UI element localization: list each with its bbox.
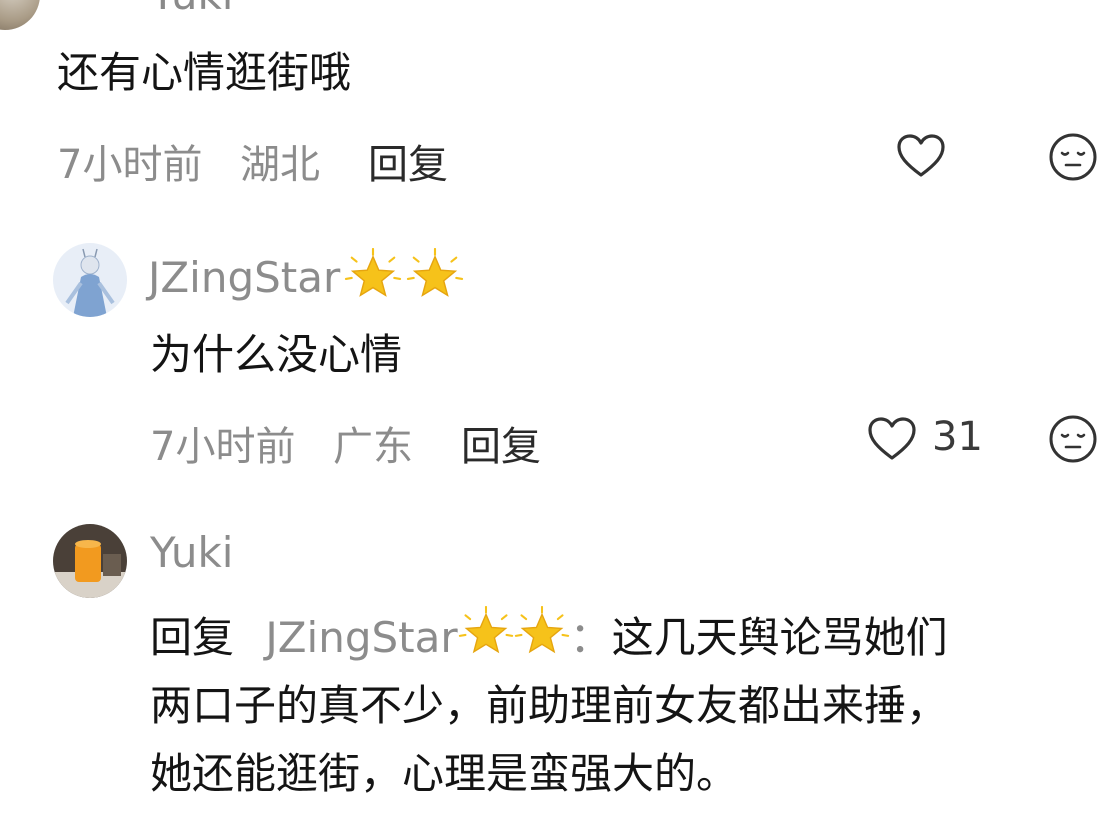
comment-text: 为什么没心情 [150, 330, 403, 379]
avatar[interactable] [53, 524, 127, 598]
colon: ： [569, 613, 612, 662]
star-icon [406, 247, 464, 306]
reply-button[interactable]: 回复 [461, 414, 541, 472]
like-count: 31 [932, 414, 983, 460]
star-icon [458, 605, 514, 662]
comment-time: 7小时前 [150, 424, 296, 470]
comment-location: 广东 [333, 424, 413, 470]
avatar[interactable] [53, 243, 127, 317]
heart-icon[interactable] [896, 133, 946, 183]
comment-location: 湖北 [240, 142, 320, 188]
comment-text: 还有心情逛街哦 [57, 48, 352, 97]
star-icon [344, 247, 402, 306]
avatar[interactable] [0, 0, 40, 30]
comment-time: 7小时前 [57, 142, 203, 188]
reply-text-line1: 这几天舆论骂她们 [611, 613, 948, 662]
star-icon [514, 605, 570, 662]
reply-text-line2: 两口子的真不少，前助理前女友都出来捶， [150, 681, 949, 730]
username[interactable]: Yuki [150, 528, 233, 577]
reply-button[interactable]: 回复 [368, 132, 448, 190]
heart-icon[interactable] [867, 416, 917, 466]
username[interactable]: Yuki [150, 0, 233, 19]
comment-text: 回复 JZingStar ：这几天舆论骂她们 两口子的真不少，前助理前女友都出来… [150, 605, 1095, 805]
reply-prefix: 回复 [150, 613, 235, 662]
reply-text-line3: 她还能逛街，心理是蛮强大的。 [150, 749, 739, 798]
username[interactable]: JZingStar [148, 253, 340, 302]
emoji-icon[interactable] [1048, 132, 1098, 186]
mention-username[interactable]: JZingStar [265, 613, 457, 662]
emoji-icon[interactable] [1048, 414, 1098, 468]
username-row: JZingStar [148, 247, 464, 306]
